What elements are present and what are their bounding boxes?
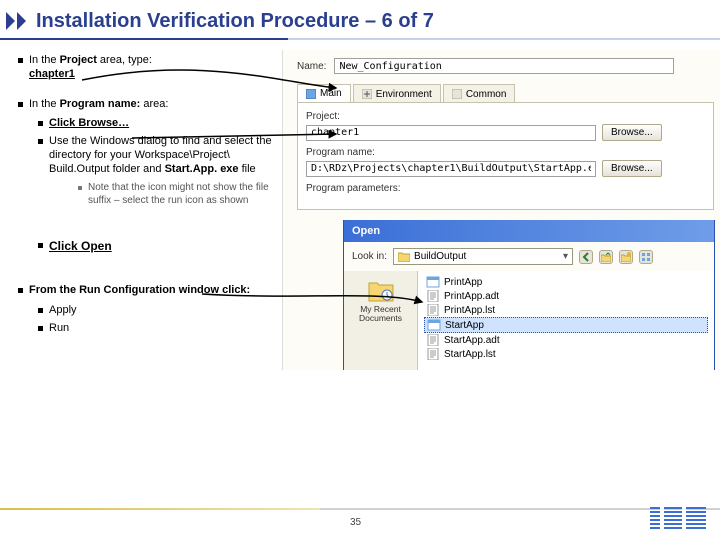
view-menu-icon[interactable]: [639, 250, 653, 264]
recent-docs-icon: [367, 279, 395, 303]
file-row[interactable]: StartApp.adt: [424, 333, 708, 347]
text: Project: [60, 54, 97, 66]
program-input[interactable]: [306, 161, 596, 177]
note-text: Note that the icon might not show the fi…: [88, 182, 276, 207]
bullet-icon: [38, 243, 43, 248]
text: file: [239, 163, 256, 175]
text: Apply: [49, 304, 77, 318]
file-name: StartApp.lst: [444, 349, 496, 360]
text: In the: [29, 54, 60, 66]
folder-icon: [398, 252, 410, 262]
exe-file-icon: [427, 319, 441, 331]
tab-label: Common: [466, 89, 507, 100]
tab-label: Main: [320, 88, 342, 99]
tab-environment[interactable]: Environment: [353, 84, 441, 103]
file-row[interactable]: PrintApp: [424, 275, 708, 289]
bullet-icon: [38, 121, 43, 126]
browse-program-button[interactable]: Browse...: [602, 160, 662, 177]
instruction-panel: In the Project area, type: chapter1 In t…: [18, 54, 276, 340]
bullet-3: From the Run Configuration window click:…: [18, 284, 276, 335]
text: area:: [140, 98, 168, 110]
text: chapter1: [29, 68, 75, 80]
text: Start.App. exe: [165, 163, 239, 175]
text: From the Run Configuration window click:: [29, 284, 250, 298]
text: In the: [29, 98, 60, 110]
text: Click Open: [49, 239, 112, 254]
name-label: Name:: [297, 61, 326, 72]
tab-common[interactable]: Common: [443, 84, 516, 103]
browse-project-button[interactable]: Browse...: [602, 124, 662, 141]
bullet-icon: [38, 326, 43, 331]
title-divider: [0, 38, 720, 40]
file-row[interactable]: StartApp.lst: [424, 347, 708, 361]
back-icon[interactable]: [579, 250, 593, 264]
tab-label: Environment: [376, 89, 432, 100]
file-name: PrintApp.lst: [444, 305, 495, 316]
text: Program name:: [60, 98, 141, 110]
recent-docs-label: My Recent Documents: [344, 305, 417, 324]
exe-file-icon: [426, 276, 440, 288]
lookin-label: Look in:: [352, 251, 387, 262]
lookin-select[interactable]: BuildOutput ▾: [393, 248, 573, 265]
footer-divider: [0, 508, 720, 510]
doc-file-icon: [426, 348, 440, 360]
params-label: Program parameters:: [306, 183, 705, 194]
file-name: StartApp: [445, 320, 484, 331]
lookin-value: BuildOutput: [414, 251, 466, 262]
slide-bullet-icon: [6, 12, 28, 30]
bullet-icon: [18, 58, 23, 63]
chevron-down-icon: ▾: [563, 251, 568, 262]
bullet-icon: [18, 288, 23, 293]
project-input[interactable]: [306, 125, 596, 141]
bullet-icon: [78, 186, 82, 190]
file-name: StartApp.adt: [444, 335, 500, 346]
file-list[interactable]: PrintApp PrintApp.adt PrintApp.lst StartApp…: [418, 271, 714, 370]
bullet-icon: [38, 308, 43, 313]
file-name: PrintApp.adt: [444, 291, 499, 302]
env-tab-icon: [362, 89, 372, 99]
doc-file-icon: [426, 304, 440, 316]
file-row[interactable]: StartApp: [424, 317, 708, 333]
bullet-icon: [38, 139, 43, 144]
page-title: Installation Verification Procedure – 6 …: [0, 0, 720, 39]
file-row[interactable]: PrintApp.adt: [424, 289, 708, 303]
up-folder-icon[interactable]: [599, 250, 613, 264]
main-tab-panel: Project: Browse... Program name: Browse.…: [297, 102, 714, 210]
project-label: Project:: [306, 111, 705, 122]
common-tab-icon: [452, 89, 462, 99]
tab-main[interactable]: Main: [297, 84, 351, 103]
bullet-icon: [18, 102, 23, 107]
text: Click Browse…: [49, 117, 129, 131]
bullet-2: In the Program name: area: Click Browse……: [18, 98, 276, 255]
doc-file-icon: [426, 334, 440, 346]
program-label: Program name:: [306, 147, 705, 158]
main-tab-icon: [306, 89, 316, 99]
file-row[interactable]: PrintApp.lst: [424, 303, 708, 317]
text: area, type:: [97, 54, 152, 66]
click-open-bullet: Click Open: [38, 239, 276, 254]
open-dialog: Open Look in: BuildOutput ▾: [343, 220, 715, 370]
ibm-logo: [650, 507, 706, 534]
screenshot-run-config: Name: Main Environment Common Project: B…: [282, 50, 720, 370]
file-name: PrintApp: [444, 277, 482, 288]
name-input[interactable]: [334, 58, 674, 74]
open-dialog-title: Open: [344, 220, 714, 242]
bullet-1: In the Project area, type: chapter1: [18, 54, 276, 82]
doc-file-icon: [426, 290, 440, 302]
new-folder-icon[interactable]: [619, 250, 633, 264]
page-number: 35: [350, 517, 361, 528]
text: Run: [49, 322, 69, 336]
places-sidebar[interactable]: My Recent Documents: [344, 271, 418, 370]
